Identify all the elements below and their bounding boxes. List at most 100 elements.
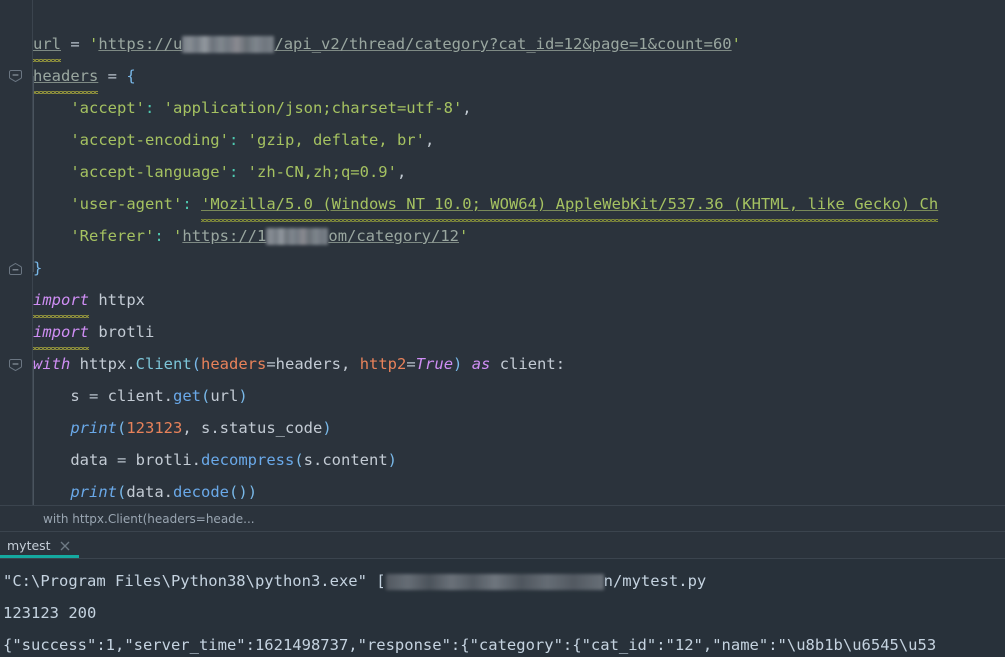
token-punct: , xyxy=(462,99,472,117)
fold-marker-headers[interactable] xyxy=(8,68,23,83)
token-paren: () xyxy=(229,483,248,501)
token-func: decode xyxy=(173,483,230,501)
token-string: 'gzip, deflate, br' xyxy=(247,131,425,149)
token-number: 123123 xyxy=(126,419,183,437)
token-class: Client xyxy=(135,355,192,373)
line-get[interactable]: s = client.get(url) xyxy=(0,380,1005,412)
console-command[interactable]: "C:\Program Files\Python38\python3.exe" … xyxy=(0,565,1005,597)
token-colon: : xyxy=(228,131,239,149)
token-paren: ( xyxy=(191,355,201,373)
line-decompress[interactable]: data = brotli.decompress(s.content) xyxy=(0,444,1005,476)
token-punct: , xyxy=(182,419,192,437)
token-paren: ( xyxy=(117,419,127,437)
token-paren: ( xyxy=(117,483,127,501)
token-paren: ) xyxy=(453,355,463,373)
close-icon[interactable] xyxy=(59,540,71,552)
line-with[interactable]: with httpx.Client(headers=headers, http2… xyxy=(0,348,1005,380)
line-print-status[interactable]: print(123123, s.status_code) xyxy=(0,412,1005,444)
token-colon-plain: : xyxy=(555,355,566,373)
inspection-squiggle: import xyxy=(33,284,89,318)
token-paren: ( xyxy=(294,451,304,469)
console-text: {"success":1,"server_time":1621498737,"r… xyxy=(3,636,937,654)
token-operator: = xyxy=(406,355,416,373)
token-paren: ) xyxy=(247,483,258,501)
token-paren: ( xyxy=(201,387,211,405)
line-accept[interactable]: 'accept': 'application/json;charset=utf-… xyxy=(0,92,1005,124)
token-colon: : xyxy=(228,163,239,181)
token-var-underline-squiggle: url xyxy=(33,35,61,53)
fold-marker-headers-close[interactable] xyxy=(8,262,23,277)
token-brace: { xyxy=(126,67,136,85)
console-text: 123123 200 xyxy=(3,604,97,622)
breadcrumb[interactable]: with httpx.Client(headers=heade... xyxy=(43,512,255,526)
line-accept-language[interactable]: 'accept-language': 'zh-CN,zh;q=0.9', xyxy=(0,156,1005,188)
line-print-decode[interactable]: print(data.decode()) xyxy=(0,476,1005,505)
ide-window: url = 'https://u/api_v2/thread/category?… xyxy=(0,0,1005,657)
line-accept-encoding[interactable]: 'accept-encoding': 'gzip, deflate, br', xyxy=(0,124,1005,156)
token-operator: = xyxy=(89,387,99,405)
line-url[interactable]: url = 'https://u/api_v2/thread/category?… xyxy=(0,28,1005,62)
token-url: om/category/12 xyxy=(328,227,460,245)
redacted-path xyxy=(385,573,604,590)
token-colon: : xyxy=(182,195,192,213)
inspection-squiggle: headers xyxy=(33,60,99,94)
tool-window-tabbar[interactable]: mytest xyxy=(0,532,1005,559)
token-punct: , xyxy=(341,355,351,373)
line-import-brotli[interactable]: import brotli xyxy=(0,316,1005,350)
token-var-underline-squiggle: headers xyxy=(33,67,99,85)
line-user-agent[interactable]: 'user-agent': 'Mozilla/5.0 (Windows NT 1… xyxy=(0,188,1005,222)
token-plain: s xyxy=(33,387,89,405)
breadcrumb-bar[interactable]: with httpx.Client(headers=heade... xyxy=(0,505,1005,532)
run-console[interactable]: "C:\Program Files\Python38\python3.exe" … xyxy=(0,559,1005,657)
line-referer[interactable]: 'Referer': 'https://1 om/category/12' xyxy=(0,220,1005,252)
token-paren: ) xyxy=(322,419,332,437)
token-operator: = xyxy=(266,355,276,373)
code-editor[interactable]: url = 'https://u/api_v2/thread/category?… xyxy=(0,0,1005,505)
console-json[interactable]: {"success":1,"server_time":1621498737,"r… xyxy=(0,629,1005,657)
token-builtin: print xyxy=(70,483,117,501)
token-url: https:// xyxy=(182,227,258,245)
redacted-region xyxy=(266,228,329,245)
inspection-squiggle: import xyxy=(33,316,89,350)
tab-active-indicator xyxy=(0,555,79,558)
token-keyword: as xyxy=(471,355,491,373)
token-plain: data. xyxy=(126,483,174,501)
token-url-fragment: u xyxy=(173,35,183,53)
code-lines[interactable]: url = 'https://u/api_v2/thread/category?… xyxy=(0,0,1005,505)
token-url: https:// xyxy=(98,35,174,53)
token-keyword-squiggle: import xyxy=(33,323,89,341)
line-headers-open[interactable]: headers = { xyxy=(0,60,1005,94)
console-status[interactable]: 123123 200 xyxy=(0,597,1005,629)
token-url: /api_v2/thread/category?cat_id=12&page=1… xyxy=(274,35,732,53)
token-plain: url xyxy=(210,387,239,405)
token-string: 'accept' xyxy=(70,99,145,117)
line-headers-close[interactable]: } xyxy=(0,252,1005,284)
tab-mytest[interactable]: mytest xyxy=(0,533,79,558)
token-plain: brotli xyxy=(98,323,155,341)
token-keyword: True xyxy=(415,355,454,373)
fold-marker-with[interactable] xyxy=(8,357,23,372)
redacted-region xyxy=(182,36,275,53)
line-import-httpx[interactable]: import httpx xyxy=(0,284,1005,318)
token-punct: , xyxy=(396,163,407,181)
token-colon: : xyxy=(154,227,164,245)
token-func: get xyxy=(173,387,201,405)
token-colon: : xyxy=(144,99,155,117)
token-brace: } xyxy=(33,259,43,277)
token-func: decompress xyxy=(201,451,295,469)
token-string-quote: ' xyxy=(173,227,183,245)
token-plain: brotli. xyxy=(126,451,201,469)
token-keyword-squiggle: import xyxy=(33,291,89,309)
